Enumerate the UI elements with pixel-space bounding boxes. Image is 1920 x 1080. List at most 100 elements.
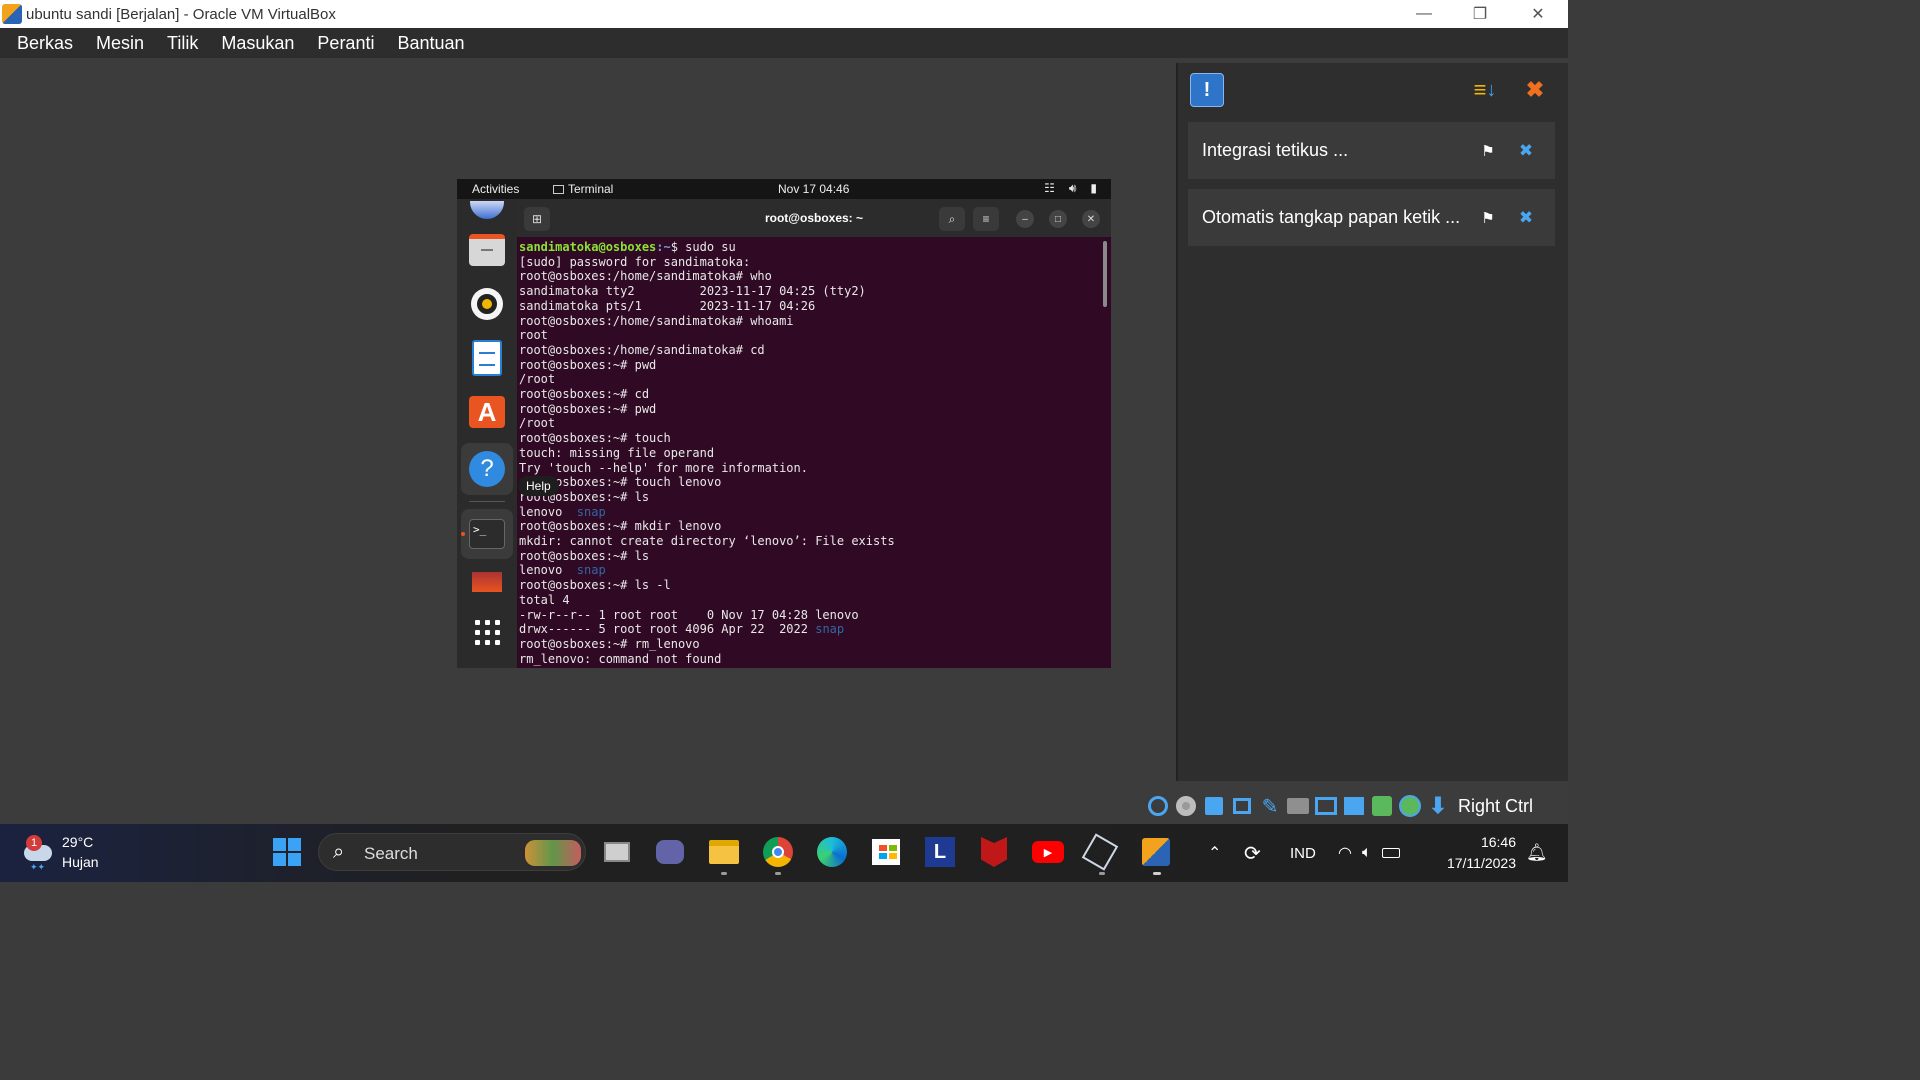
virtualbox-vm-button[interactable] <box>1139 835 1173 869</box>
minimize-button[interactable]: — <box>1396 0 1452 28</box>
terminal-minimize-button[interactable]: – <box>1016 210 1034 228</box>
gnome-system-menu[interactable]: ☷ 🔊︎ ▮ <box>1044 181 1097 196</box>
terminal-line: root@osboxes:/home/sandimatoka# whoami <box>519 314 1099 329</box>
terminal-line: total 4 <box>519 593 1099 608</box>
store-button[interactable] <box>869 835 903 869</box>
notification-close-icon[interactable]: ✖ <box>1516 141 1536 161</box>
weather-badge: 1 <box>26 835 42 851</box>
dock-thunderbird-icon[interactable] <box>466 199 508 221</box>
weather-widget[interactable]: 1 ✦✦ 29°C Hujan <box>22 832 99 872</box>
notification-label: Otomatis tangkap papan ketik ... <box>1202 207 1461 227</box>
mouse-integration-icon[interactable] <box>1398 794 1422 818</box>
quick-settings[interactable]: ◠ 🔈︎ <box>1338 824 1400 882</box>
terminal-search-button[interactable]: ⌕ <box>939 207 965 231</box>
taskbar-search-box[interactable]: ⌕ Search <box>318 833 586 871</box>
dock-files-icon[interactable] <box>466 229 508 271</box>
menu-peranti[interactable]: Peranti <box>317 33 374 54</box>
terminal-menu-button[interactable]: ≡ <box>973 207 999 231</box>
terminal-line: /root <box>519 416 1099 431</box>
dock-terminal-icon[interactable]: >_ <box>461 509 513 559</box>
dock-software-icon[interactable]: A <box>466 391 508 433</box>
gnome-clock[interactable]: Nov 17 04:46 <box>778 182 849 196</box>
menu-berkas[interactable]: Berkas <box>17 33 73 54</box>
menu-mesin[interactable]: Mesin <box>96 33 144 54</box>
mcafee-button[interactable] <box>977 835 1011 869</box>
audio-icon[interactable] <box>1202 794 1226 818</box>
restore-button[interactable]: ❐ <box>1452 0 1508 28</box>
terminal-small-icon <box>553 185 564 194</box>
file-explorer-button[interactable] <box>707 835 741 869</box>
terminal-line: touch: missing file operand <box>519 446 1099 461</box>
cpu-icon[interactable] <box>1370 794 1394 818</box>
terminal-maximize-button[interactable]: □ <box>1049 210 1067 228</box>
notifications-button[interactable]: 🔔︎ <box>1526 824 1548 882</box>
wifi-icon: ◠ <box>1338 845 1352 862</box>
window-titlebar: ubuntu sandi [Berjalan] - Oracle VM Virt… <box>0 0 1568 28</box>
youtube-button[interactable]: ▶ <box>1031 835 1065 869</box>
line-text: sandimatoka pts/1 2023-11-17 04:26 <box>519 298 816 313</box>
virtualbox-app-icon <box>2 4 22 24</box>
dock-extra-app-icon[interactable] <box>466 571 508 593</box>
bell-icon: 🔔︎ <box>1526 843 1548 862</box>
notification-mute-icon[interactable]: ⚑ <box>1478 141 1498 161</box>
line-text: Try 'touch --help' for more information. <box>519 460 808 475</box>
arrow-down-icon: ↓ <box>1486 78 1497 101</box>
line-text: root@osboxes:/home/sandimatoka# whoami <box>519 313 794 328</box>
l-app-button[interactable]: L <box>923 835 957 869</box>
close-button[interactable]: ✕ <box>1510 0 1566 28</box>
chrome-button[interactable] <box>761 835 795 869</box>
mcafee-shield-icon <box>981 837 1007 867</box>
language-label: IND <box>1290 844 1316 862</box>
sync-tray-icon[interactable]: ⟳ <box>1244 824 1261 882</box>
edge-button[interactable] <box>815 835 849 869</box>
terminal-line: root@osboxes:~# mkdir lenovo <box>519 519 1099 534</box>
terminal-line: mkdir: cannot create directory ‘lenovo’:… <box>519 534 1099 549</box>
guest-screen[interactable]: Activities Terminal Nov 17 04:46 ☷ 🔊︎ ▮ … <box>457 179 1111 668</box>
network-adapter-icon[interactable] <box>1230 794 1254 818</box>
usb-icon[interactable]: ✎ <box>1258 794 1282 818</box>
terminal-output[interactable]: sandimatoka@osboxes:~$ sudo su [sudo] pas… <box>519 240 1099 668</box>
shared-folders-icon[interactable] <box>1286 794 1310 818</box>
taskbar-clock[interactable]: 16:46 17/11/2023 <box>1434 832 1516 874</box>
dock-help-icon[interactable]: ? <box>461 443 513 495</box>
hard-disk-icon[interactable] <box>1146 794 1170 818</box>
l-app-icon: L <box>925 837 955 867</box>
menu-bantuan[interactable]: Bantuan <box>397 33 464 54</box>
dock-rhythmbox-icon[interactable] <box>466 283 508 325</box>
task-view-button[interactable] <box>600 835 634 869</box>
notification-mute-icon[interactable]: ⚑ <box>1478 208 1498 228</box>
store-icon <box>872 839 900 865</box>
restore-icon: ❐ <box>1472 6 1488 23</box>
start-button[interactable] <box>270 835 304 869</box>
terminal-line: root@osboxes:~# ls <box>519 490 1099 505</box>
menu-tilik[interactable]: Tilik <box>167 33 198 54</box>
dock-writer-icon[interactable] <box>466 337 508 379</box>
recording-icon[interactable] <box>1342 794 1366 818</box>
keyboard-capture-icon[interactable]: ⬇ <box>1426 793 1450 818</box>
terminal-scrollbar[interactable] <box>1103 241 1107 307</box>
windows-taskbar: 1 ✦✦ 29°C Hujan ⌕ Search L ▶ ⌃ ⟳ IND ◠ 🔈… <box>0 824 1568 882</box>
app-menu-terminal[interactable]: Terminal <box>553 182 613 196</box>
activities-button[interactable]: Activities <box>472 182 519 196</box>
display-icon[interactable] <box>1314 794 1338 818</box>
chat-button[interactable] <box>653 835 687 869</box>
host-key-label: Right Ctrl <box>1458 795 1534 816</box>
input-language[interactable]: IND <box>1290 824 1316 882</box>
virtualbox-manager-button[interactable] <box>1081 833 1119 871</box>
show-hidden-icons[interactable]: ⌃ <box>1208 824 1221 882</box>
dock-separator <box>469 501 505 502</box>
terminal-close-button[interactable]: ✕ <box>1082 210 1100 228</box>
edge-icon <box>817 837 847 867</box>
optical-drive-icon[interactable] <box>1174 794 1198 818</box>
terminal-line: root@osboxes:~# cd <box>519 387 1099 402</box>
line-text: root@osboxes:~# ls -l <box>519 578 671 593</box>
show-applications-icon[interactable] <box>466 611 508 653</box>
notification-item[interactable]: Otomatis tangkap papan ketik ... ⚑ ✖ <box>1188 189 1555 246</box>
sort-notifications-button[interactable]: ≡ ↓ <box>1468 73 1502 107</box>
notification-close-icon[interactable]: ✖ <box>1516 208 1536 228</box>
notification-item[interactable]: Integrasi tetikus ... ⚑ ✖ <box>1188 122 1555 179</box>
notification-toggle-button[interactable]: ! <box>1190 73 1224 107</box>
search-icon: ⌕ <box>333 841 345 863</box>
menu-masukan[interactable]: Masukan <box>221 33 294 54</box>
dismiss-all-button[interactable]: ✖ <box>1518 73 1552 107</box>
